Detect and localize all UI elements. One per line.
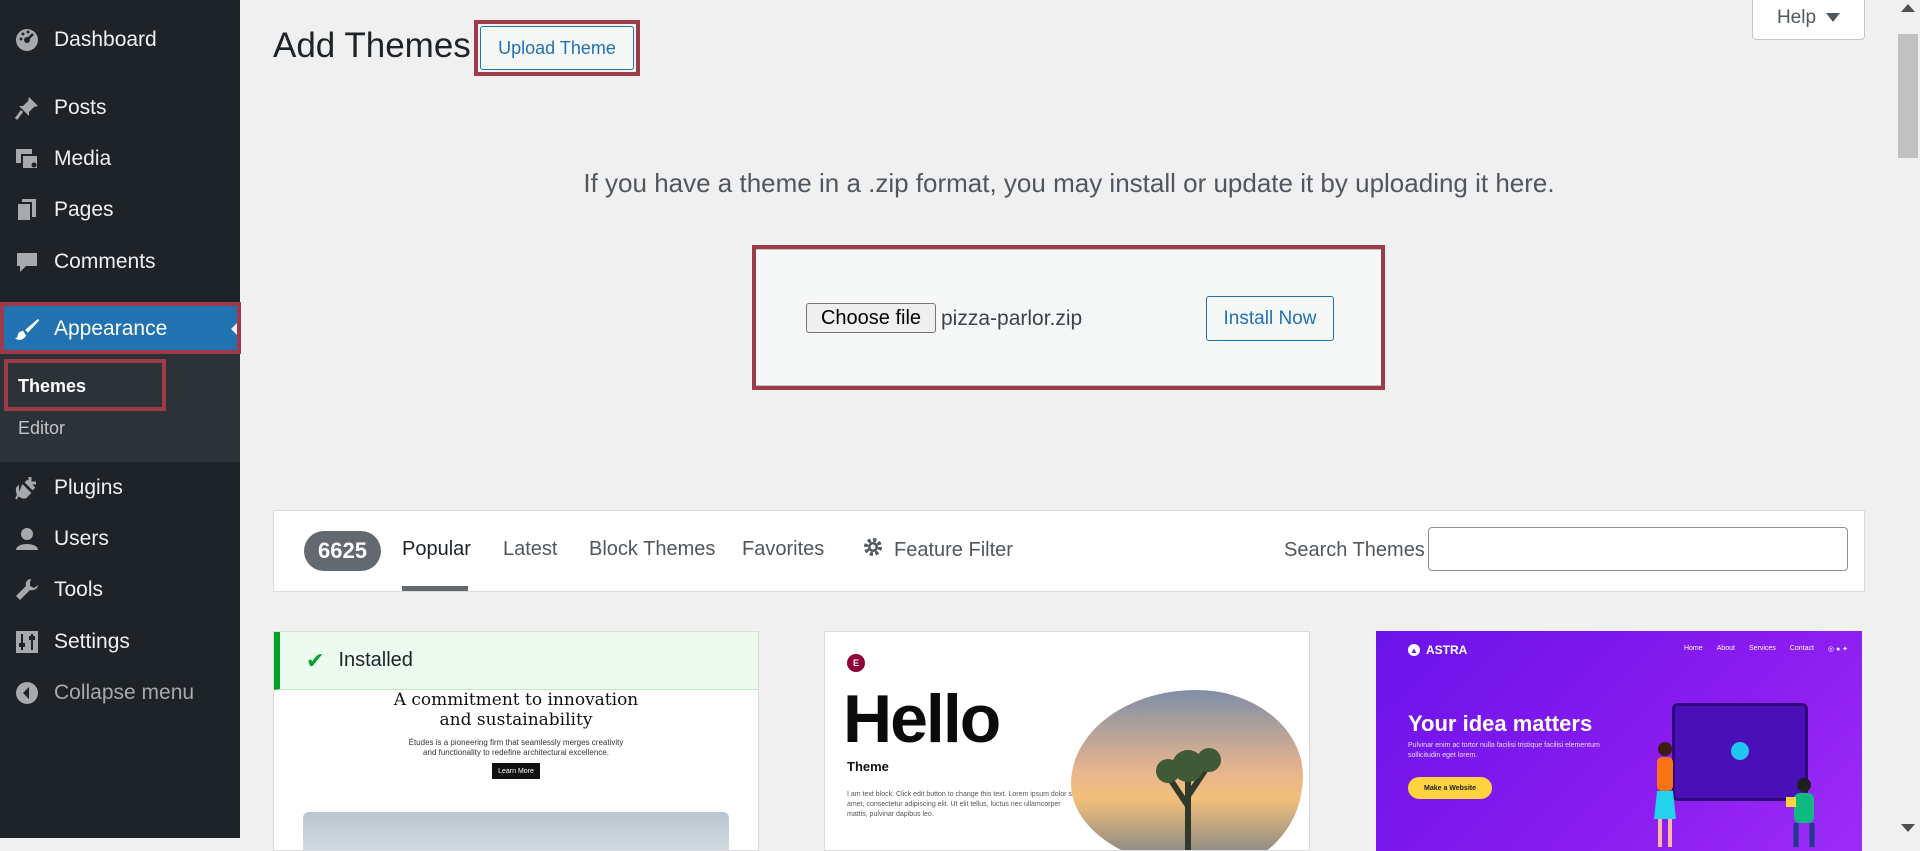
sidebar-item-users[interactable]: Users — [0, 516, 240, 562]
subtext-line: and functionality to redefine architectu… — [423, 748, 609, 757]
appearance-submenu: Themes Editor — [0, 352, 240, 462]
help-button[interactable]: Help — [1752, 0, 1865, 40]
theme-preview-headline: Your idea matters — [1408, 711, 1593, 736]
search-themes-input[interactable] — [1428, 527, 1848, 571]
feature-filter-button[interactable]: Feature Filter — [862, 536, 1013, 564]
admin-sidebar: Dashboard Posts Media Pages Comments App… — [0, 0, 240, 838]
sidebar-item-tools[interactable]: Tools — [0, 567, 240, 613]
theme-count-badge: 6625 — [304, 531, 381, 571]
dashboard-gauge-icon — [14, 27, 40, 53]
caret-down-icon — [1826, 13, 1841, 22]
installed-notice: ✔ Installed — [274, 632, 758, 690]
theme-card-astra[interactable]: ▲ ASTRA Home About Services Contact ◎ ● … — [1376, 631, 1862, 851]
scroll-up-arrow-icon[interactable] — [1901, 4, 1915, 12]
theme-preview-image — [1071, 690, 1303, 850]
sidebar-item-media[interactable]: Media — [0, 136, 240, 182]
theme-preview-headline: Hello — [843, 681, 1001, 757]
upload-theme-button[interactable]: Upload Theme — [480, 26, 634, 70]
nav-item: Contact — [1789, 645, 1814, 652]
sidebar-item-label: Comments — [54, 250, 156, 273]
search-themes-label: Search Themes — [1284, 539, 1425, 561]
elementor-logo-icon: E — [847, 654, 865, 672]
upload-instructions: If you have a theme in a .zip format, yo… — [583, 168, 1555, 198]
tab-favorites[interactable]: Favorites — [742, 538, 824, 561]
headline-line: and sustainability — [439, 710, 593, 730]
sidebar-item-label: Users — [54, 527, 109, 550]
subtext-line: Études is a pioneering firm that seamles… — [408, 738, 624, 747]
sidebar-item-plugins[interactable]: Plugins — [0, 465, 240, 511]
theme-card-installed[interactable]: ✔ Installed A commitment to innovation a… — [273, 631, 759, 851]
pushpin-icon — [14, 95, 40, 121]
sidebar-item-label: Appearance — [54, 317, 168, 340]
nav-item: About — [1716, 645, 1735, 652]
scrollbar-thumb[interactable] — [1898, 34, 1918, 158]
tab-latest[interactable]: Latest — [503, 538, 557, 561]
sidebar-item-posts[interactable]: Posts — [0, 85, 240, 131]
sidebar-item-label: Tools — [54, 578, 104, 601]
theme-card-hello[interactable]: E Hello Theme I am text block. Click edi… — [824, 631, 1310, 851]
theme-preview-subtitle: Theme — [847, 759, 889, 774]
astra-logo-text: ASTRA — [1426, 643, 1468, 657]
sidebar-item-label: Posts — [54, 96, 107, 119]
joshua-tree-icon — [1156, 748, 1221, 850]
sidebar-item-label: Collapse menu — [54, 681, 195, 704]
person-illustration — [1786, 778, 1815, 847]
person-illustration — [1654, 742, 1676, 847]
nav-item: Services — [1748, 645, 1776, 652]
paintbrush-icon — [14, 316, 40, 342]
theme-preview-nav: Home About Services Contact ◎ ● ✦ — [1684, 645, 1848, 653]
media-icon — [14, 146, 40, 172]
sidebar-item-collapse-menu[interactable]: Collapse menu — [0, 670, 240, 716]
nav-item: Home — [1683, 645, 1703, 652]
sidebar-item-dashboard[interactable]: Dashboard — [0, 17, 240, 63]
wrench-icon — [14, 577, 40, 603]
theme-preview-button: Learn More — [492, 763, 540, 779]
sidebar-item-label: Dashboard — [54, 28, 157, 51]
astra-logo-icon: ▲ — [1408, 644, 1420, 656]
help-label: Help — [1776, 6, 1817, 28]
active-tab-indicator — [402, 586, 468, 591]
theme-preview-text: Pulvinar enim ac tortor nulla facilisi t… — [1408, 742, 1600, 759]
selected-file-name: pizza-parlor.zip — [941, 307, 1083, 330]
astra-logo: ▲ ASTRA — [1408, 643, 1467, 657]
feature-filter-label: Feature Filter — [894, 538, 1013, 561]
play-icon — [1731, 742, 1749, 760]
user-icon — [14, 526, 40, 552]
sidebar-item-comments[interactable]: Comments — [0, 239, 240, 285]
tab-block-themes[interactable]: Block Themes — [589, 538, 715, 561]
sidebar-item-label: Media — [54, 147, 112, 170]
headline-line: A commitment to innovation — [393, 690, 639, 710]
comment-bubble-icon — [14, 249, 40, 275]
sidebar-item-pages[interactable]: Pages — [0, 187, 240, 233]
theme-preview-headline: A commitment to innovation and sustainab… — [274, 690, 758, 730]
theme-preview-image — [303, 812, 729, 850]
pages-icon — [14, 197, 40, 223]
page-title: Add Themes — [273, 26, 471, 65]
theme-preview-text: I am text block. Click edit button to ch… — [847, 791, 1076, 818]
sliders-icon — [14, 629, 40, 655]
sidebar-item-label: Settings — [54, 630, 130, 653]
checkmark-icon: ✔ — [306, 647, 325, 673]
collapse-arrow-icon — [14, 680, 40, 706]
social-icons: ◎ ● ✦ — [1827, 646, 1848, 653]
sidebar-item-settings[interactable]: Settings — [0, 619, 240, 665]
installed-label: Installed — [338, 649, 413, 671]
theme-preview-button: Make a Website — [1408, 777, 1492, 799]
install-now-button[interactable]: Install Now — [1206, 296, 1334, 341]
submenu-item-editor[interactable]: Editor — [18, 418, 65, 439]
scroll-down-arrow-icon[interactable] — [1901, 824, 1915, 832]
theme-preview-subtext: Études is a pioneering firm that seamles… — [274, 738, 758, 758]
plug-icon — [14, 475, 40, 501]
choose-file-button[interactable]: Choose file — [806, 303, 936, 333]
sidebar-item-appearance[interactable]: Appearance — [0, 306, 240, 352]
submenu-item-themes[interactable]: Themes — [18, 376, 86, 397]
sidebar-item-label: Plugins — [54, 476, 123, 499]
tab-popular[interactable]: Popular — [402, 538, 471, 561]
gear-icon — [862, 536, 884, 564]
sidebar-item-label: Pages — [54, 198, 114, 221]
